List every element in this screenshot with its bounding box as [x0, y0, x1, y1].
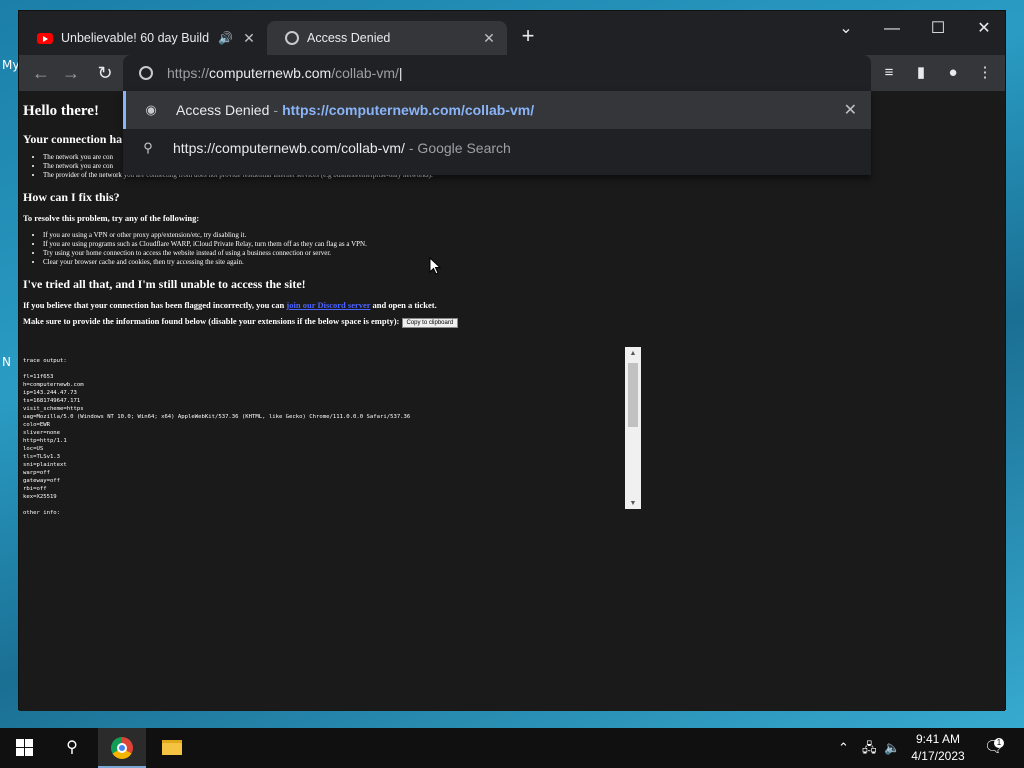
toolbar: ← → ↻ https:// computernewb.com /collab-… [19, 55, 1005, 91]
tab-title: Access Denied [307, 31, 391, 45]
maximize-button[interactable]: ☐ [915, 15, 961, 43]
list-item: Clear your browser cache and cookies, th… [43, 258, 1001, 267]
text-caret: | [398, 65, 403, 81]
search-icon: ⚲ [143, 140, 153, 155]
fix-list: If you are using a VPN or other proxy ap… [43, 231, 1001, 267]
page-content: Hello there! Your connection ha The netw… [19, 91, 1005, 711]
back-button[interactable]: ← [27, 59, 55, 87]
trace-scrollbar[interactable]: ▲ ▼ [625, 347, 641, 509]
list-item: Try using your home connection to access… [43, 249, 1001, 258]
youtube-icon [37, 32, 53, 44]
fix-heading: How can I fix this? [23, 190, 120, 204]
suggestion-search-hint: - Google Search [408, 140, 511, 156]
folder-icon [162, 740, 182, 756]
desktop-icon-label: My [2, 58, 20, 72]
tab-search-button[interactable]: ⌄ [823, 15, 869, 43]
tab-strip: Unbelievable! 60 day Build U 🔊 ✕ Access … [19, 11, 1005, 55]
search-button[interactable]: ⚲ [48, 728, 96, 768]
forward-button[interactable]: → [57, 59, 85, 87]
show-hidden-icons-icon[interactable]: ⌃ [838, 728, 849, 768]
browser-window: Unbelievable! 60 day Build U 🔊 ✕ Access … [18, 10, 1006, 711]
scroll-down-icon[interactable]: ▼ [625, 499, 641, 507]
provide-info-text: Make sure to provide the information fou… [23, 316, 1001, 328]
discord-link[interactable]: join our Discord server [286, 300, 370, 310]
suggestion-url: https://computernewb.com/collab-vm/ [282, 102, 535, 118]
flagged-post: and open a ticket. [372, 300, 437, 310]
network-icon[interactable]: 🖧 [862, 728, 877, 768]
omnibox-suggestions: ◉ Access Denied - https://computernewb.c… [123, 91, 871, 175]
search-icon: ⚲ [66, 739, 78, 756]
scroll-up-icon[interactable]: ▲ [625, 349, 641, 357]
minimize-button[interactable]: — [869, 15, 915, 43]
suggestion-title: Access Denied [176, 102, 270, 118]
tab-youtube[interactable]: Unbelievable! 60 day Build U 🔊 ✕ [19, 21, 267, 55]
fix-intro: To resolve this problem, try any of the … [23, 213, 200, 223]
close-window-button[interactable]: ✕ [961, 15, 1007, 43]
taskbar: ⚲ ⌃ 🖧 🔈 9:41 AM 4/17/2023 🗨 1 [0, 728, 1024, 768]
suggestion-separator: - [273, 102, 279, 118]
notification-count: 1 [994, 738, 1004, 748]
tab-access-denied[interactable]: Access Denied ✕ [267, 21, 507, 55]
desktop-icon-label: N [2, 355, 11, 369]
profile-icon[interactable]: ● [941, 61, 965, 85]
notification-icon[interactable]: 🗨 1 [984, 728, 1004, 768]
cloudflare-icon [285, 31, 299, 45]
url-scheme: https:// [167, 65, 210, 81]
reload-button[interactable]: ↻ [91, 59, 119, 87]
url-host: computernewb.com [209, 65, 332, 81]
suggestion-search[interactable]: ⚲ https://computernewb.com/collab-vm/ - … [123, 129, 871, 167]
flagged-text: If you believe that your connection has … [23, 300, 1001, 310]
menu-icon[interactable]: ⋮ [973, 61, 997, 85]
trace-output[interactable]: trace output: fl=11f653 h=computernewb.c… [23, 357, 643, 519]
clock-time: 9:41 AM [915, 732, 961, 746]
start-button[interactable] [0, 728, 48, 768]
list-item: If you are using a VPN or other proxy ap… [43, 231, 1001, 240]
close-tab-icon[interactable]: ✕ [481, 30, 497, 47]
volume-icon[interactable]: 🔈 [884, 728, 900, 768]
speaker-icon[interactable]: 🔊 [218, 31, 233, 45]
taskbar-file-explorer[interactable] [148, 728, 196, 768]
cloudflare-icon: ◉ [145, 102, 157, 117]
url-path: /collab-vm/ [331, 65, 399, 81]
suggestion-history[interactable]: ◉ Access Denied - https://computernewb.c… [123, 91, 871, 129]
clock[interactable]: 9:41 AM 4/17/2023 [900, 731, 976, 765]
tab-title: Unbelievable! 60 day Build U [61, 31, 211, 45]
site-info-icon[interactable] [139, 66, 153, 80]
copy-to-clipboard-button[interactable]: Copy to clipboard [401, 318, 459, 328]
media-control-icon[interactable]: ≡ [877, 61, 901, 85]
chrome-icon [111, 736, 133, 759]
clock-date: 4/17/2023 [911, 749, 965, 763]
flagged-pre: If you believe that your connection has … [23, 300, 285, 310]
taskbar-chrome[interactable] [98, 728, 146, 768]
suggestion-search-text: https://computernewb.com/collab-vm/ [173, 140, 405, 156]
side-panel-icon[interactable]: ▮ [909, 61, 933, 85]
windows-icon [15, 739, 33, 757]
provide-info-label: Make sure to provide the information fou… [23, 316, 400, 326]
new-tab-button[interactable]: + [517, 25, 539, 47]
scroll-thumb[interactable] [628, 363, 638, 427]
tried-heading: I've tried all that, and I'm still unabl… [23, 277, 306, 291]
mouse-cursor-icon [429, 257, 441, 275]
address-bar[interactable]: https:// computernewb.com /collab-vm/ | [123, 55, 871, 91]
close-tab-icon[interactable]: ✕ [241, 30, 257, 47]
list-item: If you are using programs such as Cloudf… [43, 240, 1001, 249]
remove-suggestion-icon[interactable]: ✕ [844, 100, 857, 120]
